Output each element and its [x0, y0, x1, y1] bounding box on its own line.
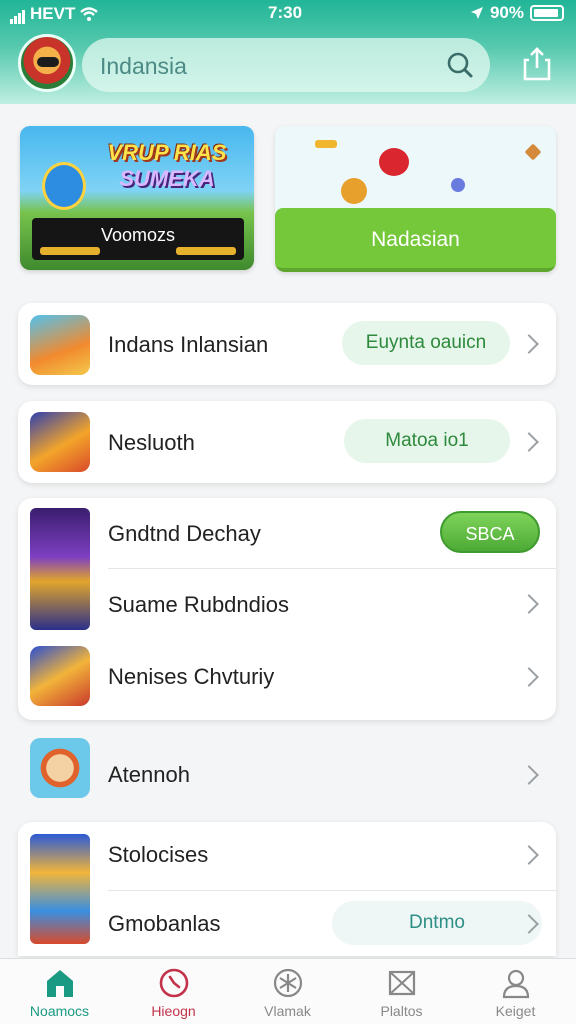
tab-label: Keiget: [495, 1003, 536, 1019]
search-bar[interactable]: Indansia: [82, 38, 490, 92]
share-icon[interactable]: [520, 46, 554, 82]
list-item[interactable]: Gndtnd Dechay SBCA: [18, 498, 556, 568]
tab-profile[interactable]: Keiget: [458, 959, 573, 1024]
tab-label: Plaltos: [380, 1003, 423, 1019]
chevron-right-icon: [519, 432, 539, 452]
battery-icon: [530, 5, 564, 21]
list-item-pill[interactable]: Dntmo: [332, 901, 542, 945]
sprite-image: [451, 178, 465, 192]
search-icon[interactable]: [446, 51, 474, 79]
list-item[interactable]: Nenises Chvturiy: [18, 640, 556, 714]
list-card: Nesluoth Matoa io1: [18, 401, 556, 483]
tab-label: Vlamak: [264, 1003, 311, 1019]
mail-icon: [388, 970, 416, 996]
list-item-title: Atennoh: [108, 762, 190, 787]
sprite-image: [379, 148, 409, 176]
status-bar: HEVT 7:30 90%: [0, 0, 576, 28]
profile-avatar[interactable]: [18, 34, 76, 92]
app-header: HEVT 7:30 90% Indansia: [0, 0, 576, 104]
user-icon: [502, 969, 530, 999]
promo-button[interactable]: Nadasian: [275, 208, 556, 272]
battery-percent: 90%: [489, 3, 524, 22]
list-card: Gndtnd Dechay SBCA Suame Rubdndios Nenis…: [18, 498, 556, 720]
tab-messages[interactable]: Plaltos: [344, 959, 459, 1024]
app-icon: [30, 412, 90, 472]
banner-title: VRUP RIAS SUMEKA: [107, 140, 227, 191]
chevron-right-icon: [519, 667, 539, 687]
list-item-title: Nenises Chvturiy: [108, 664, 275, 689]
chevron-right-icon: [519, 334, 539, 354]
list-item-title: Indans Inlansian: [108, 332, 269, 357]
app-icon: [30, 738, 90, 798]
tab-label: Hieogn: [151, 1003, 196, 1019]
clock-icon: [159, 968, 189, 998]
banner-label-box: Voomozs: [32, 218, 244, 260]
tab-label: Noamocs: [29, 1003, 90, 1019]
list-card: Stolocises Gmobanlas Dntmo: [18, 822, 556, 956]
search-placeholder: Indansia: [100, 53, 187, 79]
asterisk-icon: [273, 968, 303, 998]
sprite-image: [524, 143, 542, 161]
chevron-right-icon: [519, 594, 539, 614]
sprite-image: [341, 178, 367, 204]
clock-time: 7:30: [268, 3, 303, 22]
promo-banner[interactable]: Nadasian: [275, 126, 556, 272]
banner-label: Voomozs: [100, 225, 176, 245]
list-card: Indans Inlansian Euynta oauicn: [18, 303, 556, 385]
chevron-right-icon: [519, 845, 539, 865]
list-item[interactable]: Indans Inlansian Euynta oauicn: [18, 303, 556, 385]
list-item[interactable]: Suame Rubdndios: [18, 569, 556, 639]
tab-history[interactable]: Hieogn: [116, 959, 231, 1024]
list-item-pill[interactable]: Euynta oauicn: [342, 321, 510, 365]
list-item[interactable]: Nesluoth Matoa io1: [18, 401, 556, 483]
list-item-title: Nesluoth: [108, 430, 195, 455]
list-item-pill[interactable]: Matoa io1: [344, 419, 510, 463]
list-item-title: Gmobanlas: [108, 911, 221, 936]
list-item[interactable]: Stolocises: [18, 822, 556, 890]
wifi-icon: [80, 7, 99, 21]
list-item[interactable]: Atennoh: [18, 736, 556, 810]
featured-game-banner[interactable]: VRUP RIAS SUMEKA Voomozs: [20, 126, 254, 270]
bottom-tab-bar: Noamocs Hieogn Vlamak Plaltos Keiget: [0, 958, 576, 1024]
list-item-title: Suame Rubdndios: [108, 592, 290, 617]
location-icon: [470, 7, 483, 19]
chevron-right-icon: [519, 765, 539, 785]
game-character-image: [42, 162, 86, 210]
list-item-title: Gndtnd Dechay: [108, 521, 261, 546]
carrier-name: HEVT: [30, 4, 76, 23]
signal-icon: [10, 4, 26, 24]
tab-explore[interactable]: Vlamak: [230, 959, 345, 1024]
app-icon: [30, 315, 90, 375]
tab-home[interactable]: Noamocs: [2, 959, 117, 1024]
home-icon: [47, 970, 73, 997]
list-item-title: Stolocises: [108, 842, 209, 867]
list-item[interactable]: Gmobanlas Dntmo: [18, 891, 556, 956]
sbca-button[interactable]: SBCA: [440, 511, 540, 553]
sprite-image: [315, 140, 337, 148]
app-icon: [30, 646, 90, 706]
